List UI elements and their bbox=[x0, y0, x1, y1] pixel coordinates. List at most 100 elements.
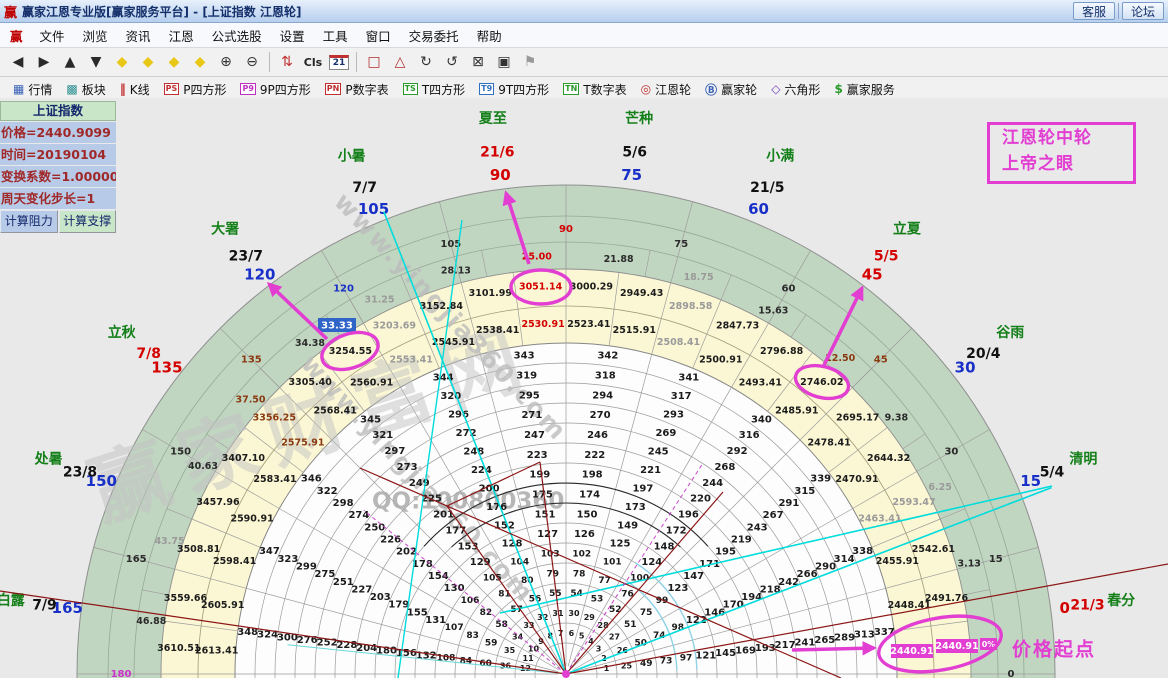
calc-resistance-button[interactable]: 计算阻力 bbox=[0, 210, 58, 233]
svg-text:123: 123 bbox=[667, 583, 688, 594]
svg-text:37.50: 37.50 bbox=[235, 394, 265, 405]
titlebar-separator bbox=[1118, 3, 1119, 19]
svg-text:224: 224 bbox=[471, 465, 492, 476]
module-button-9T四方形[interactable]: T99T四方形 bbox=[472, 81, 556, 98]
nav-up-icon[interactable]: ▲ bbox=[58, 51, 82, 73]
svg-text:2553.41: 2553.41 bbox=[390, 355, 433, 366]
toolbar-separator bbox=[269, 52, 270, 72]
quote-panel: 上证指数 价格=2440.9099时间=20190104变换系数=1.00000… bbox=[0, 101, 116, 233]
module-button-行情[interactable]: ▦行情 bbox=[6, 81, 59, 98]
square-shape-icon[interactable]: □ bbox=[362, 51, 386, 73]
svg-text:251: 251 bbox=[333, 577, 354, 588]
diamond-right-icon[interactable]: ◆ bbox=[136, 51, 160, 73]
svg-text:60: 60 bbox=[479, 659, 492, 669]
svg-text:2796.88: 2796.88 bbox=[760, 346, 804, 357]
menu-item-4[interactable]: 公式选股 bbox=[203, 26, 271, 45]
forum-button[interactable]: 论坛 bbox=[1122, 2, 1164, 20]
menu-item-2[interactable]: 资讯 bbox=[117, 26, 160, 45]
svg-text:23/8: 23/8 bbox=[63, 465, 97, 481]
svg-text:2695.17: 2695.17 bbox=[836, 413, 879, 424]
svg-text:21/6: 21/6 bbox=[480, 145, 514, 161]
svg-text:2605.91: 2605.91 bbox=[201, 600, 244, 611]
module-button-P四方形[interactable]: PSP四方形 bbox=[157, 81, 234, 98]
svg-text:126: 126 bbox=[574, 529, 595, 540]
svg-text:106: 106 bbox=[461, 596, 480, 606]
nav-right-icon[interactable]: ▶ bbox=[32, 51, 56, 73]
svg-text:128: 128 bbox=[502, 539, 523, 550]
svg-text:248: 248 bbox=[463, 446, 484, 457]
menu-item-5[interactable]: 设置 bbox=[271, 26, 314, 45]
svg-text:223: 223 bbox=[527, 450, 548, 461]
svg-text:298: 298 bbox=[333, 498, 354, 509]
menu-item-7[interactable]: 窗口 bbox=[357, 26, 400, 45]
updown-arrows-icon[interactable]: ⇅ bbox=[275, 51, 299, 73]
module-button-赢家轮[interactable]: Ⓑ赢家轮 bbox=[698, 81, 764, 98]
module-button-label: 9P四方形 bbox=[260, 81, 311, 98]
menu-item-0[interactable]: 文件 bbox=[31, 26, 74, 45]
toolbar-separator bbox=[356, 52, 357, 72]
menu-item-3[interactable]: 江恩 bbox=[160, 26, 203, 45]
svg-text:立夏: 立夏 bbox=[893, 221, 922, 238]
calc-support-button[interactable]: 计算支撑 bbox=[59, 210, 117, 233]
cls-button[interactable]: Cls bbox=[301, 51, 325, 73]
zoom-out-icon[interactable]: ⊖ bbox=[240, 51, 264, 73]
svg-text:219: 219 bbox=[731, 535, 752, 546]
module-button-9P四方形[interactable]: P99P四方形 bbox=[233, 81, 317, 98]
svg-text:2530.91: 2530.91 bbox=[521, 319, 564, 330]
svg-text:大署: 大署 bbox=[211, 221, 239, 238]
module-button-六角形[interactable]: ◇六角形 bbox=[764, 81, 827, 98]
svg-text:75: 75 bbox=[640, 608, 653, 618]
svg-text:3203.69: 3203.69 bbox=[373, 321, 416, 332]
module-button-T数字表[interactable]: TNT数字表 bbox=[556, 81, 634, 98]
rotate-cw-icon[interactable]: ↻ bbox=[414, 51, 438, 73]
gann-wheel-icon: ◎ bbox=[641, 82, 651, 96]
svg-text:292: 292 bbox=[727, 446, 748, 457]
svg-text:2598.41: 2598.41 bbox=[213, 556, 256, 567]
module-button-赢家服务[interactable]: $赢家服务 bbox=[827, 81, 901, 98]
module-button-T四方形[interactable]: TST四方形 bbox=[396, 81, 473, 98]
module-button-板块[interactable]: ▩板块 bbox=[59, 81, 112, 98]
menu-item-1[interactable]: 浏览 bbox=[74, 26, 117, 45]
diamond-left-icon[interactable]: ◆ bbox=[110, 51, 134, 73]
module-button-江恩轮[interactable]: ◎江恩轮 bbox=[634, 81, 699, 98]
svg-text:2508.41: 2508.41 bbox=[657, 337, 700, 348]
svg-text:3305.40: 3305.40 bbox=[289, 377, 333, 388]
t9-badge-icon: T9 bbox=[479, 83, 494, 95]
nav-down-icon[interactable]: ▼ bbox=[84, 51, 108, 73]
svg-text:120: 120 bbox=[244, 265, 275, 283]
svg-text:90: 90 bbox=[559, 224, 573, 235]
svg-text:241: 241 bbox=[794, 638, 815, 649]
module-button-label: T四方形 bbox=[422, 81, 465, 98]
nav-left-icon[interactable]: ◀ bbox=[6, 51, 30, 73]
svg-text:2515.91: 2515.91 bbox=[613, 325, 656, 336]
svg-text:2470.91: 2470.91 bbox=[835, 474, 878, 485]
svg-text:15: 15 bbox=[989, 554, 1003, 565]
svg-text:芒种: 芒种 bbox=[625, 110, 653, 127]
svg-text:2523.41: 2523.41 bbox=[567, 319, 610, 330]
zoom-in-icon[interactable]: ⊕ bbox=[214, 51, 238, 73]
menu-item-9[interactable]: 帮助 bbox=[468, 26, 511, 45]
svg-text:84: 84 bbox=[460, 656, 473, 666]
calendar-icon[interactable]: 21 bbox=[327, 51, 351, 73]
menu-item-8[interactable]: 交易委托 bbox=[400, 26, 468, 45]
svg-text:221: 221 bbox=[640, 465, 661, 476]
boxed-x-icon[interactable]: ⊠ bbox=[466, 51, 490, 73]
diamond-up-icon[interactable]: ◆ bbox=[162, 51, 186, 73]
flag-icon[interactable]: ⚑ bbox=[518, 51, 542, 73]
module-button-K线[interactable]: ‖K线 bbox=[113, 81, 157, 98]
diamond-down-icon[interactable]: ◆ bbox=[188, 51, 212, 73]
svg-text:51: 51 bbox=[624, 620, 637, 630]
triangle-shape-icon[interactable]: △ bbox=[388, 51, 412, 73]
svg-text:3356.25: 3356.25 bbox=[253, 413, 296, 424]
svg-text:222: 222 bbox=[584, 450, 605, 461]
svg-text:2847.73: 2847.73 bbox=[716, 321, 759, 332]
svg-text:34: 34 bbox=[512, 632, 524, 641]
customer-service-button[interactable]: 客服 bbox=[1073, 2, 1115, 20]
center-target-icon[interactable]: ▣ bbox=[492, 51, 516, 73]
module-button-P数字表[interactable]: PNP数字表 bbox=[318, 81, 396, 98]
svg-text:2575.91: 2575.91 bbox=[281, 438, 324, 449]
menu-item-6[interactable]: 工具 bbox=[314, 26, 357, 45]
window-title: 赢家江恩专业版[赢家服务平台] - [上证指数 江恩轮] bbox=[22, 3, 301, 20]
svg-text:200: 200 bbox=[479, 483, 500, 494]
rotate-ccw-icon[interactable]: ↺ bbox=[440, 51, 464, 73]
